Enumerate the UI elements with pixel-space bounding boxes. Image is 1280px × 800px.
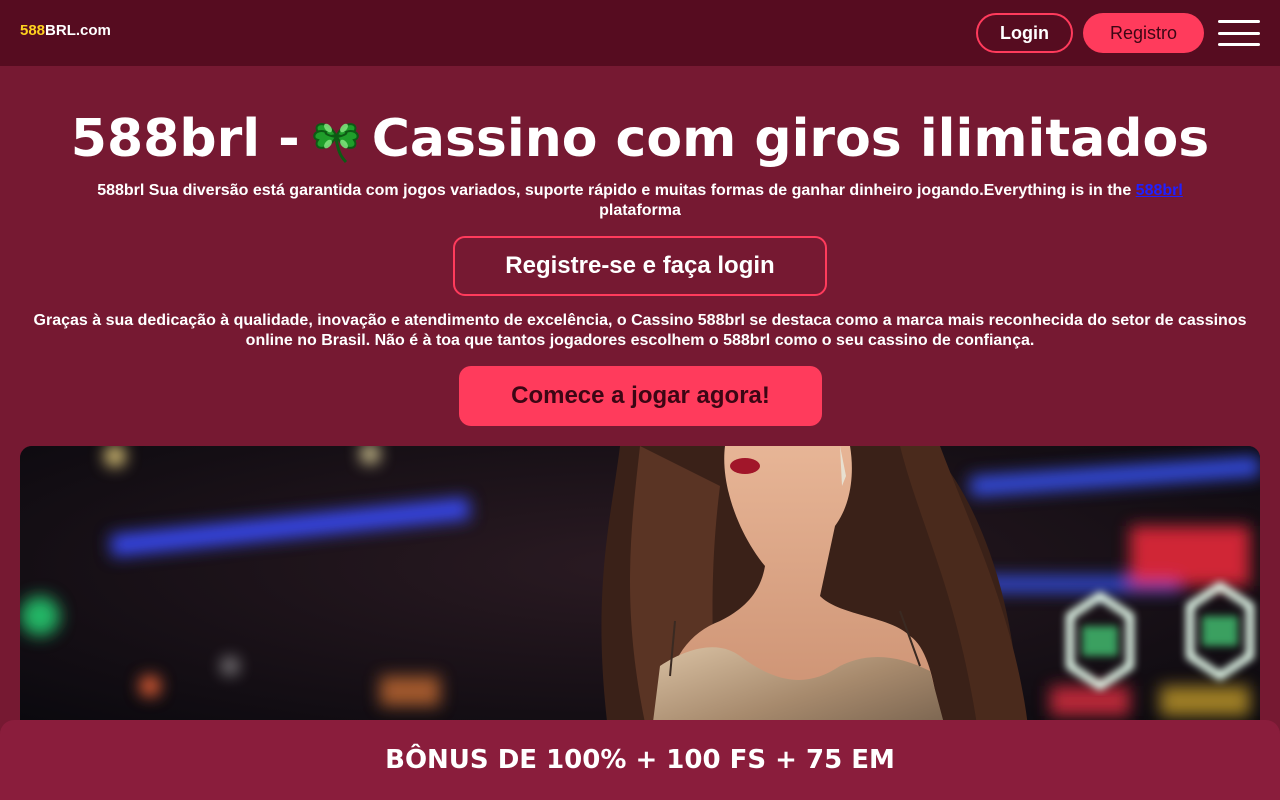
bonus-banner[interactable]: BÔNUS DE 100% + 100 FS + 75 EM xyxy=(0,720,1280,800)
brand-link[interactable]: 588brl xyxy=(1136,182,1183,199)
title-main: Cassino com giros ilimitados xyxy=(371,109,1210,169)
four-leaf-clover-icon xyxy=(313,123,359,164)
logo-text: BRL.com xyxy=(45,22,111,39)
page-title: 588brl - Cassino com giros ilimitados xyxy=(0,106,1280,171)
register-button[interactable]: Registro xyxy=(1083,13,1204,53)
subtitle-text: 588brl Sua diversão está garantida com j… xyxy=(97,182,1136,199)
menu-line xyxy=(1218,31,1260,35)
hero-image xyxy=(20,446,1260,746)
start-playing-button[interactable]: Comece a jogar agora! xyxy=(459,366,822,426)
login-button[interactable]: Login xyxy=(976,13,1073,53)
site-logo[interactable]: 588BRL.com xyxy=(20,22,111,39)
subtitle-end: plataforma xyxy=(599,202,681,219)
register-login-button[interactable]: Registre-se e faça login xyxy=(453,236,827,296)
menu-line xyxy=(1218,43,1260,46)
hero-paragraph: Graças à sua dedicação à qualidade, inov… xyxy=(33,312,1247,349)
hero-subtitle: 588brl Sua diversão está garantida com j… xyxy=(20,181,1260,221)
logo-number: 588 xyxy=(20,22,46,39)
title-prefix: 588brl - xyxy=(70,109,300,169)
menu-line xyxy=(1218,20,1260,23)
top-navigation-bar: 588BRL.com Login Registro xyxy=(0,0,1280,66)
hamburger-menu-icon[interactable] xyxy=(1218,20,1260,46)
